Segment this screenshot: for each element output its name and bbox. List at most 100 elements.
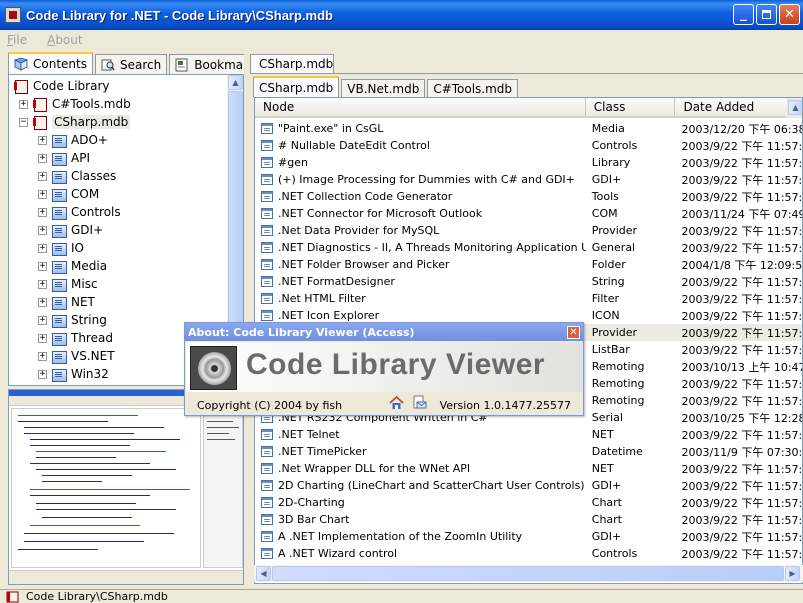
tree-folder[interactable]: + Classes [38,167,116,185]
class-cell: Library [591,156,631,169]
column-class[interactable]: Class [586,98,676,116]
tree-folder[interactable]: + ADO+ [38,131,108,149]
list-item[interactable]: # Nullable DateEdit Control Controls 2003/… [255,137,802,154]
column-date-added[interactable]: Date Added [675,98,802,116]
scroll-thumb[interactable] [228,91,243,353]
expand-icon[interactable]: + [38,261,47,271]
product-name: Code Library Viewer [246,348,546,381]
scroll-left-icon[interactable]: ◀ [256,566,271,581]
list-item[interactable]: .NET Collection Code Generator Tools 2003/… [255,188,802,205]
node-cell: # Nullable DateEdit Control [255,139,586,152]
menu-file[interactable]: File [4,33,30,47]
collapse-icon[interactable]: − [19,117,28,127]
tab-document[interactable]: CSharp.mdb [250,54,334,73]
list-item[interactable]: .NET Telnet NET 2003/9/22 下午 11:57:5 [255,426,802,443]
column-node[interactable]: Node [255,98,586,116]
expand-icon[interactable]: + [38,333,47,343]
list-item[interactable]: A .NET Wizard control Controls 2003/9/22 下… [255,545,802,562]
expand-icon[interactable]: + [38,369,47,379]
tree-folder[interactable]: + Media [38,257,107,275]
list-item[interactable]: #gen Library 2003/9/22 下午 11:57:5 [255,154,802,171]
expand-icon[interactable]: + [38,315,47,325]
list-item[interactable]: .NET Diagnostics - II, A Threads Monitor… [255,239,802,256]
horizontal-scroll-thumb[interactable] [272,566,784,581]
expand-icon[interactable]: + [38,297,47,307]
expand-icon[interactable]: + [38,207,47,217]
minimize-button[interactable]: _ [733,4,754,25]
tree-item-csharp[interactable]: − CSharp.mdb [19,113,131,131]
expand-icon[interactable]: + [38,243,47,253]
date-cell: 2003/9/22 下午 11:57:5 [681,479,802,493]
list-item[interactable]: 3D Bar Chart Chart 2003/9/22 下午 11:57:5 [255,511,802,528]
class-cell: Media [591,122,625,135]
scroll-right-icon[interactable]: ▶ [785,566,800,581]
tree-folder[interactable]: + NET [38,293,95,311]
node-text: #gen [278,156,308,169]
list-item[interactable]: .Net Data Provider for MySQL Provider 2003… [255,222,802,239]
list-item[interactable]: A .NET Implementation of the ZoomIn Util… [255,528,802,545]
panel-splitter[interactable] [244,52,250,587]
list-item[interactable]: .NET Folder Browser and Picker Folder 2004… [255,256,802,273]
expand-icon[interactable]: + [38,189,47,199]
tree-item-ctools[interactable]: + C#Tools.mdb [19,95,131,113]
date-cell: 2003/9/22 下午 11:57:5 [681,190,802,204]
list-item[interactable]: 2D Charting (LineChart and ScatterChart … [255,477,802,494]
tab-csharp-mdb[interactable]: CSharp.mdb [253,76,340,97]
preview-code-area [11,408,201,568]
expand-icon[interactable]: + [38,135,47,145]
date-cell: 2003/9/22 下午 11:57:5 [681,394,802,408]
node-text: 2D Charting (LineChart and ScatterChart … [278,479,585,492]
list-horizontal-scrollbar[interactable]: ◀ ▶ [254,565,803,582]
folder-icon [51,223,67,238]
maximize-button[interactable] [756,4,777,25]
tree-folder[interactable]: + String [38,311,107,329]
tab-search[interactable]: Search [94,54,168,74]
list-item[interactable]: .NET Connector for Microsoft Outlook COM 2… [255,205,802,222]
node-cell: (+) Image Processing for Dummies with C#… [255,173,586,186]
tab-vbnet-mdb[interactable]: VB.Net.mdb [341,79,426,97]
tree-folder[interactable]: + Misc [38,275,98,293]
tree-folder[interactable]: + Thread [38,329,113,347]
list-item[interactable]: "Paint.exe" in CsGL Media 2003/12/20 下午 06… [255,120,802,137]
tree-folder[interactable]: + Win32 [38,365,109,383]
tree-folder[interactable]: + Controls [38,203,121,221]
version-text: Version 1.0.1477.25577 [439,399,571,412]
list-item[interactable]: .NET FormatDesigner String 2003/9/22 下午 11… [255,273,802,290]
expand-icon[interactable]: + [19,99,28,109]
tree-folder[interactable]: + COM [38,185,99,203]
list-vertical-scrollbar[interactable]: ▲ [786,98,802,118]
expand-icon[interactable]: + [38,171,47,181]
list-item[interactable]: (+) Image Processing for Dummies with C#… [255,171,802,188]
list-item[interactable]: .Net Wrapper DLL for the WNet API NET 2003… [255,460,802,477]
node-cell: .NET Collection Code Generator [255,190,586,203]
app-icon[interactable] [5,7,21,23]
entry-icon [261,208,273,219]
node-text: .NET Connector for Microsoft Outlook [278,207,483,220]
node-cell: .NET TimePicker [255,445,586,458]
search-icon [101,59,115,70]
close-button[interactable]: ✕ [779,4,800,25]
email-icon[interactable] [412,395,427,410]
list-item[interactable]: 2D-Charting Chart 2003/9/22 下午 11:57:5 [255,494,802,511]
node-text: .Net HTML Filter [278,292,366,305]
tree-folder[interactable]: + VS.NET [38,347,115,365]
list-item[interactable]: .Net HTML Filter Filter 2003/9/22 下午 11:57… [255,290,802,307]
expand-icon[interactable]: + [38,351,47,361]
scroll-up-icon[interactable]: ▲ [228,75,243,90]
expand-icon[interactable]: + [38,279,47,289]
tab-contents[interactable]: Contents [8,52,93,74]
expand-icon[interactable]: + [38,225,47,235]
home-icon[interactable] [389,395,404,410]
node-text: .NET FormatDesigner [278,275,395,288]
tree-folder[interactable]: + API [38,149,90,167]
tab-ctools-mdb[interactable]: C#Tools.mdb [427,79,519,97]
menu-about[interactable]: About [44,33,86,47]
tree-folder[interactable]: + IO [38,239,84,257]
tree-root[interactable]: Code Library [13,77,110,95]
scroll-up-icon[interactable]: ▲ [788,100,802,115]
expand-icon[interactable]: + [38,153,47,163]
about-close-button[interactable]: ✕ [567,326,580,339]
node-cell: A .NET Implementation of the ZoomIn Util… [255,530,586,543]
list-item[interactable]: .NET TimePicker Datetime 2003/11/9 下午 07:3… [255,443,802,460]
tree-folder[interactable]: + GDI+ [38,221,103,239]
